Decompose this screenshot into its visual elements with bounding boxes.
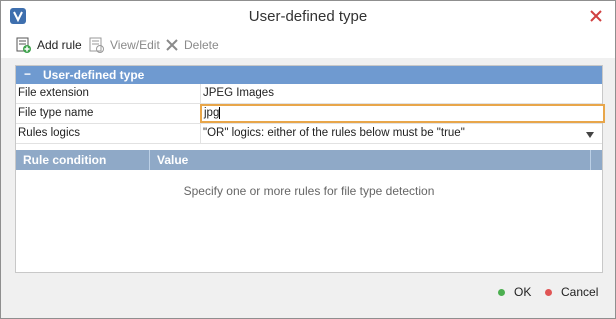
delete-button[interactable]: Delete <box>165 36 219 54</box>
view-edit-button[interactable]: View/Edit <box>88 36 160 54</box>
close-icon <box>590 10 602 22</box>
view-edit-label: View/Edit <box>110 38 160 52</box>
properties-panel: − User-defined type File extension JPEG … <box>15 65 605 273</box>
rules-table-header: Rule condition Value <box>16 150 602 170</box>
collapse-icon[interactable]: − <box>24 67 31 81</box>
add-rule-button[interactable]: Add rule <box>15 36 82 54</box>
view-edit-icon <box>89 37 104 53</box>
file-type-name-label: File type name <box>18 107 94 119</box>
close-button[interactable] <box>587 7 605 25</box>
dialog-window: User-defined type Add rule View/Edit Del… <box>0 0 616 319</box>
delete-icon <box>166 39 178 51</box>
rules-logics-select[interactable]: "OR" logics: either of the rules below m… <box>203 127 465 139</box>
toolbar: Add rule View/Edit Delete <box>1 32 615 58</box>
add-rule-label: Add rule <box>37 38 82 52</box>
cancel-button[interactable]: Cancel <box>545 284 598 300</box>
prop-row-file-extension: File extension JPEG Images <box>16 84 602 104</box>
column-divider <box>200 124 201 143</box>
file-type-name-input[interactable]: jpg <box>200 104 605 123</box>
column-separator <box>590 150 591 170</box>
prop-row-rules-logics: Rules logics "OR" logics: either of the … <box>16 124 602 144</box>
ok-label: OK <box>514 285 532 299</box>
cancel-status-dot-icon <box>545 288 552 296</box>
ok-status-dot-icon <box>498 288 505 296</box>
file-extension-value[interactable]: JPEG Images <box>203 87 274 99</box>
rules-logics-label: Rules logics <box>18 127 80 139</box>
file-extension-label: File extension <box>18 87 89 99</box>
group-header[interactable]: − User-defined type <box>16 66 602 84</box>
chevron-down-icon[interactable] <box>586 129 594 141</box>
add-rule-icon <box>16 37 31 53</box>
column-separator <box>149 150 150 170</box>
column-divider <box>200 84 201 103</box>
cancel-label: Cancel <box>561 285 599 299</box>
ok-button[interactable]: OK <box>498 284 531 300</box>
text-caret <box>219 106 221 119</box>
column-header-value[interactable]: Value <box>157 153 188 167</box>
file-type-name-value: jpg <box>204 107 220 119</box>
prop-row-file-type-name: File type name jpg <box>16 104 605 124</box>
group-title: User-defined type <box>43 68 145 82</box>
window-title: User-defined type <box>248 8 368 25</box>
column-header-rule-condition[interactable]: Rule condition <box>23 153 106 167</box>
delete-label: Delete <box>184 38 219 52</box>
empty-rules-message: Specify one or more rules for file type … <box>183 184 435 198</box>
title-bar: User-defined type <box>1 1 615 32</box>
